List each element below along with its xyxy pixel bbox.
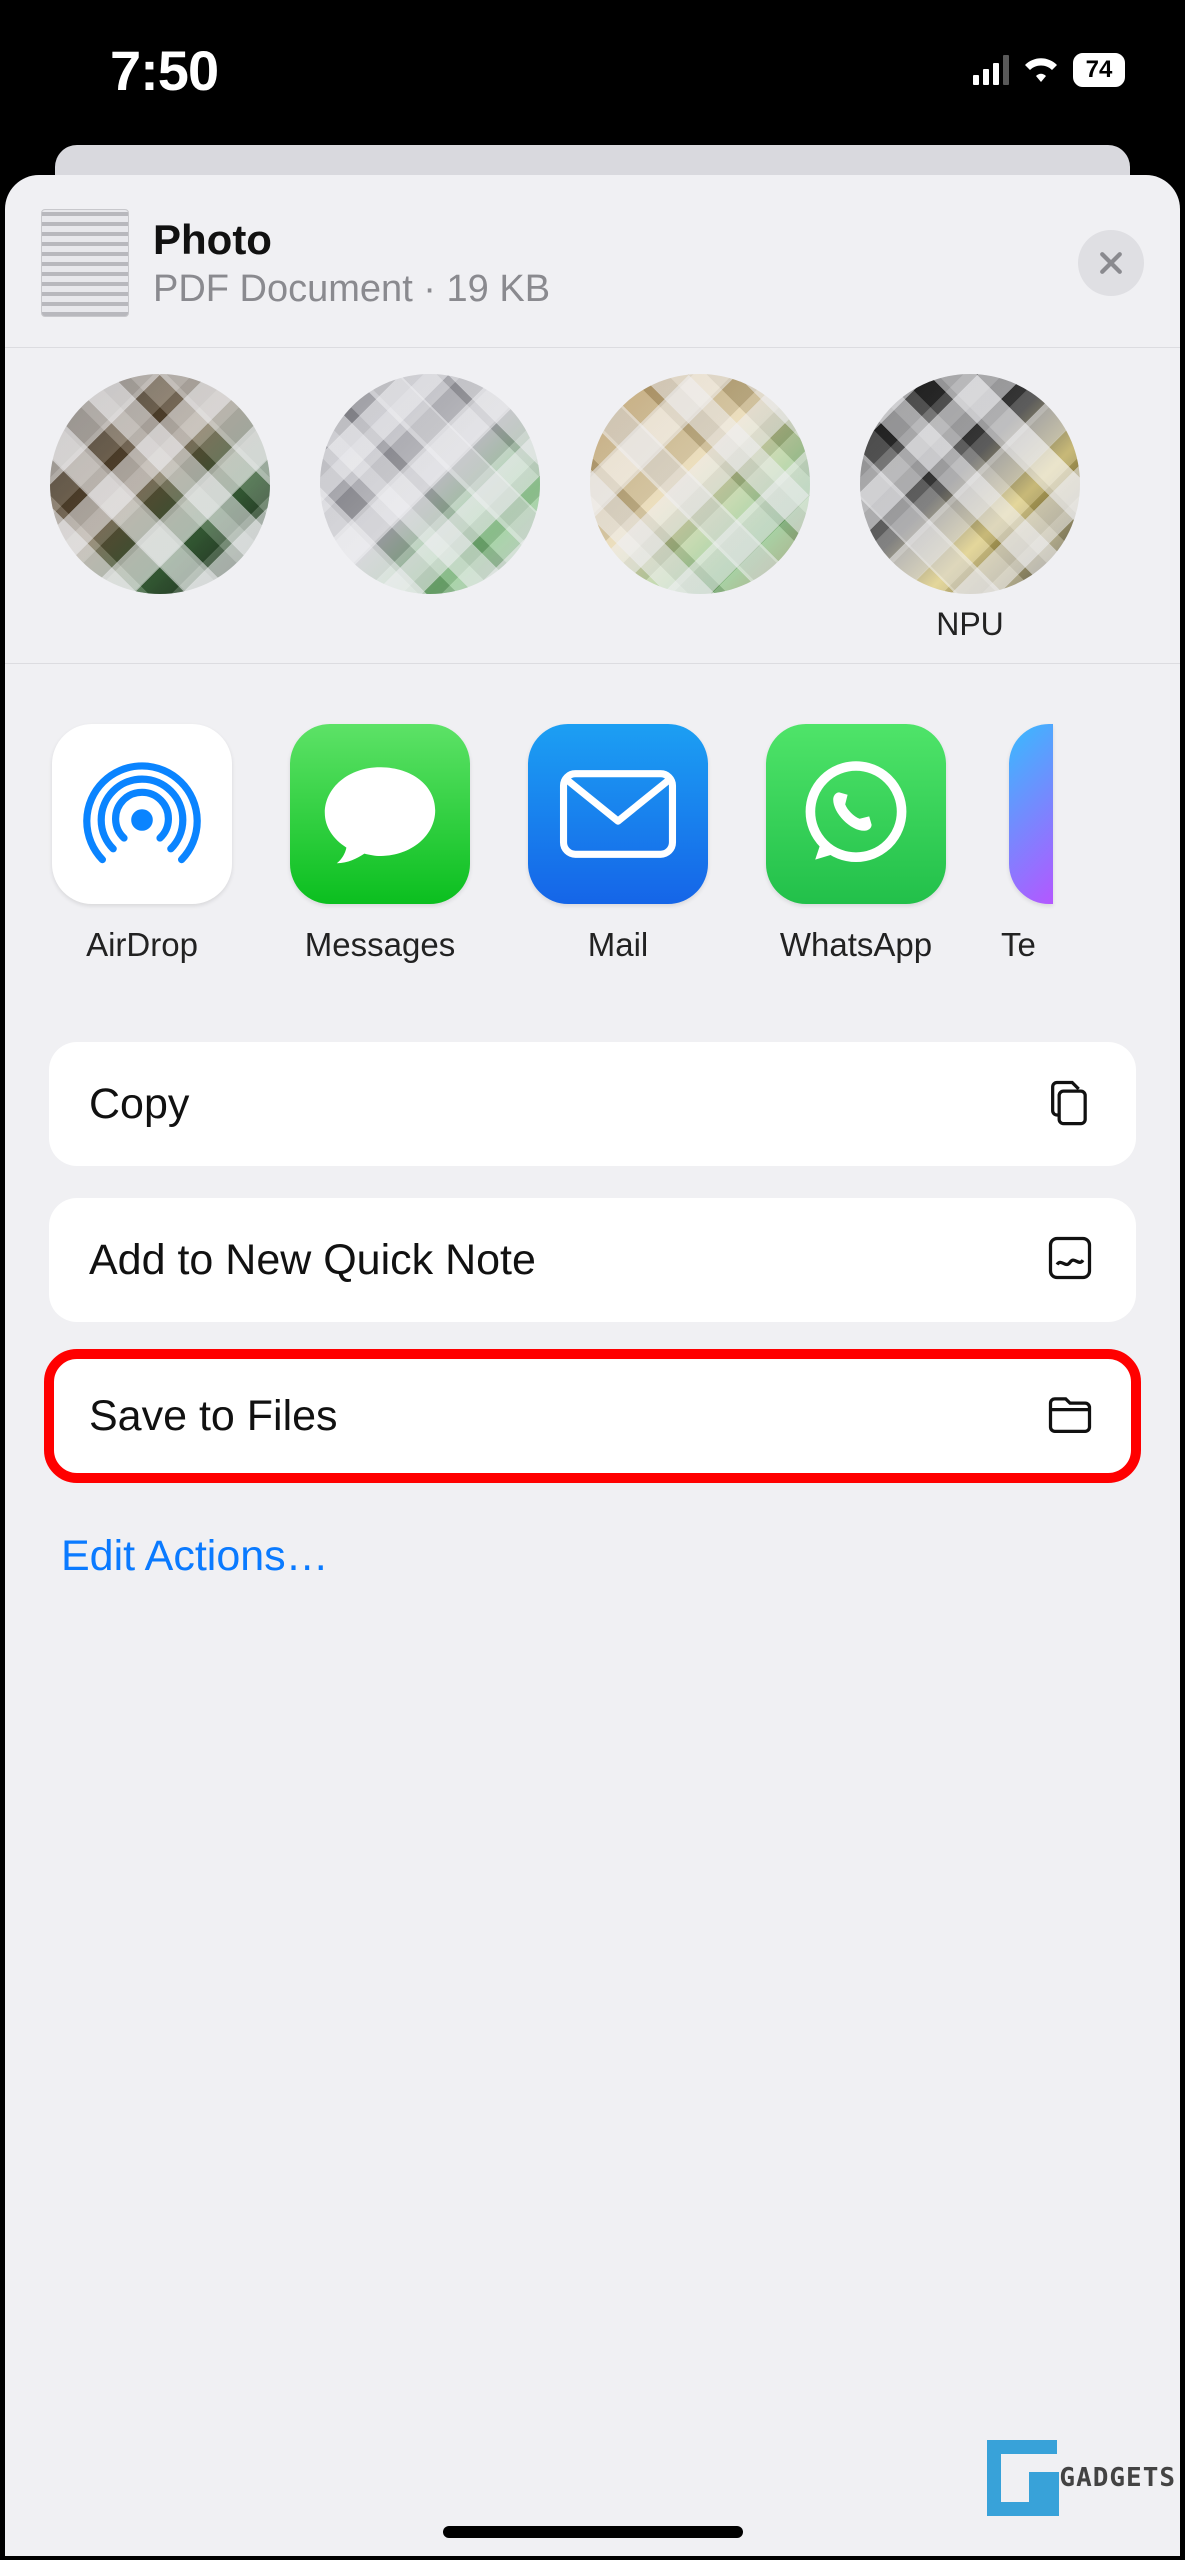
contact-avatar — [320, 374, 540, 594]
item-title: Photo — [153, 216, 1078, 264]
app-messages[interactable]: Messages — [287, 724, 473, 964]
telegram-icon — [1009, 724, 1053, 904]
action-copy[interactable]: Copy — [49, 1042, 1136, 1166]
watermark-logo — [987, 2440, 1057, 2516]
action-save-to-files[interactable]: Save to Files — [49, 1354, 1136, 1478]
contact-avatar — [860, 374, 1080, 594]
app-airdrop[interactable]: AirDrop — [49, 724, 235, 964]
action-group: Add to New Quick Note — [49, 1198, 1136, 1322]
wifi-icon — [1023, 53, 1059, 88]
watermark-text: GADGETS — [1059, 2463, 1176, 2493]
app-label: AirDrop — [49, 926, 235, 964]
item-thumbnail — [41, 209, 129, 317]
device-frame: 7:50 74 Photo PDF Document · 19 KB — [0, 0, 1185, 2560]
app-telegram[interactable]: Te — [1001, 724, 1061, 964]
app-label: WhatsApp — [763, 926, 949, 964]
battery-indicator: 74 — [1073, 53, 1125, 87]
contact-avatar — [590, 374, 810, 594]
mail-icon — [528, 724, 708, 904]
contact-item[interactable]: NPU — [845, 374, 1095, 663]
action-label: Copy — [89, 1080, 189, 1129]
item-info: Photo PDF Document · 19 KB — [153, 216, 1078, 311]
contact-item[interactable] — [35, 374, 285, 663]
whatsapp-icon — [766, 724, 946, 904]
close-icon — [1096, 248, 1126, 278]
action-quick-note[interactable]: Add to New Quick Note — [49, 1198, 1136, 1322]
share-header: Photo PDF Document · 19 KB — [5, 175, 1180, 348]
app-mail[interactable]: Mail — [525, 724, 711, 964]
status-time: 7:50 — [110, 38, 218, 103]
cellular-icon — [973, 55, 1009, 85]
home-indicator[interactable] — [443, 2526, 743, 2538]
action-group-highlighted: Save to Files — [49, 1354, 1136, 1478]
contacts-row[interactable]: NPU — [5, 348, 1180, 664]
contact-name: NPU — [845, 606, 1095, 643]
contact-item[interactable] — [305, 374, 555, 663]
action-group: Copy — [49, 1042, 1136, 1166]
apps-row[interactable]: AirDrop Messages Mail WhatsApp — [5, 664, 1180, 998]
folder-icon — [1044, 1388, 1096, 1445]
app-label: Te — [1001, 926, 1061, 964]
action-label: Add to New Quick Note — [89, 1236, 536, 1285]
app-label: Messages — [287, 926, 473, 964]
status-bar: 7:50 74 — [0, 0, 1185, 140]
watermark: GADGETS — [987, 2440, 1176, 2516]
item-subtitle: PDF Document · 19 KB — [153, 268, 1078, 311]
contact-item[interactable] — [575, 374, 825, 663]
messages-icon — [290, 724, 470, 904]
share-sheet: Photo PDF Document · 19 KB — [5, 175, 1180, 2556]
airdrop-icon — [52, 724, 232, 904]
contact-avatar — [50, 374, 270, 594]
app-whatsapp[interactable]: WhatsApp — [763, 724, 949, 964]
close-button[interactable] — [1078, 230, 1144, 296]
edit-actions-link[interactable]: Edit Actions… — [49, 1510, 1136, 1603]
actions-list: Copy Add to New Quick Note Save to Files — [5, 998, 1180, 1603]
action-label: Save to Files — [89, 1392, 338, 1441]
status-right: 74 — [973, 53, 1125, 88]
quick-note-icon — [1044, 1232, 1096, 1289]
app-label: Mail — [525, 926, 711, 964]
copy-icon — [1044, 1076, 1096, 1133]
